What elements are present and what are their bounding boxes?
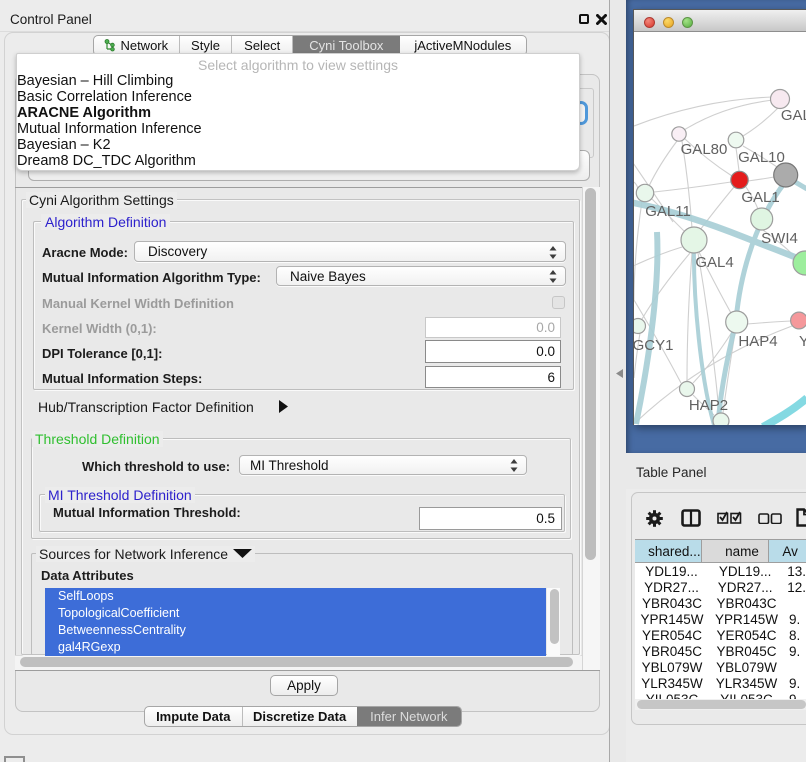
- svg-text:GAL7: GAL7: [781, 107, 806, 124]
- svg-text:GAL11: GAL11: [645, 203, 691, 220]
- svg-text:HAP4: HAP4: [738, 333, 777, 350]
- svg-text:GAL10: GAL10: [738, 149, 785, 166]
- svg-text:GCY1: GCY1: [634, 337, 673, 354]
- svg-text:GAL1: GAL1: [741, 189, 779, 206]
- svg-text:GAL4: GAL4: [695, 254, 733, 271]
- svg-text:Y: Y: [799, 333, 806, 350]
- svg-text:GAL80: GAL80: [681, 141, 728, 158]
- svg-text:HAP2: HAP2: [689, 397, 728, 414]
- svg-text:SWI4: SWI4: [761, 230, 798, 247]
